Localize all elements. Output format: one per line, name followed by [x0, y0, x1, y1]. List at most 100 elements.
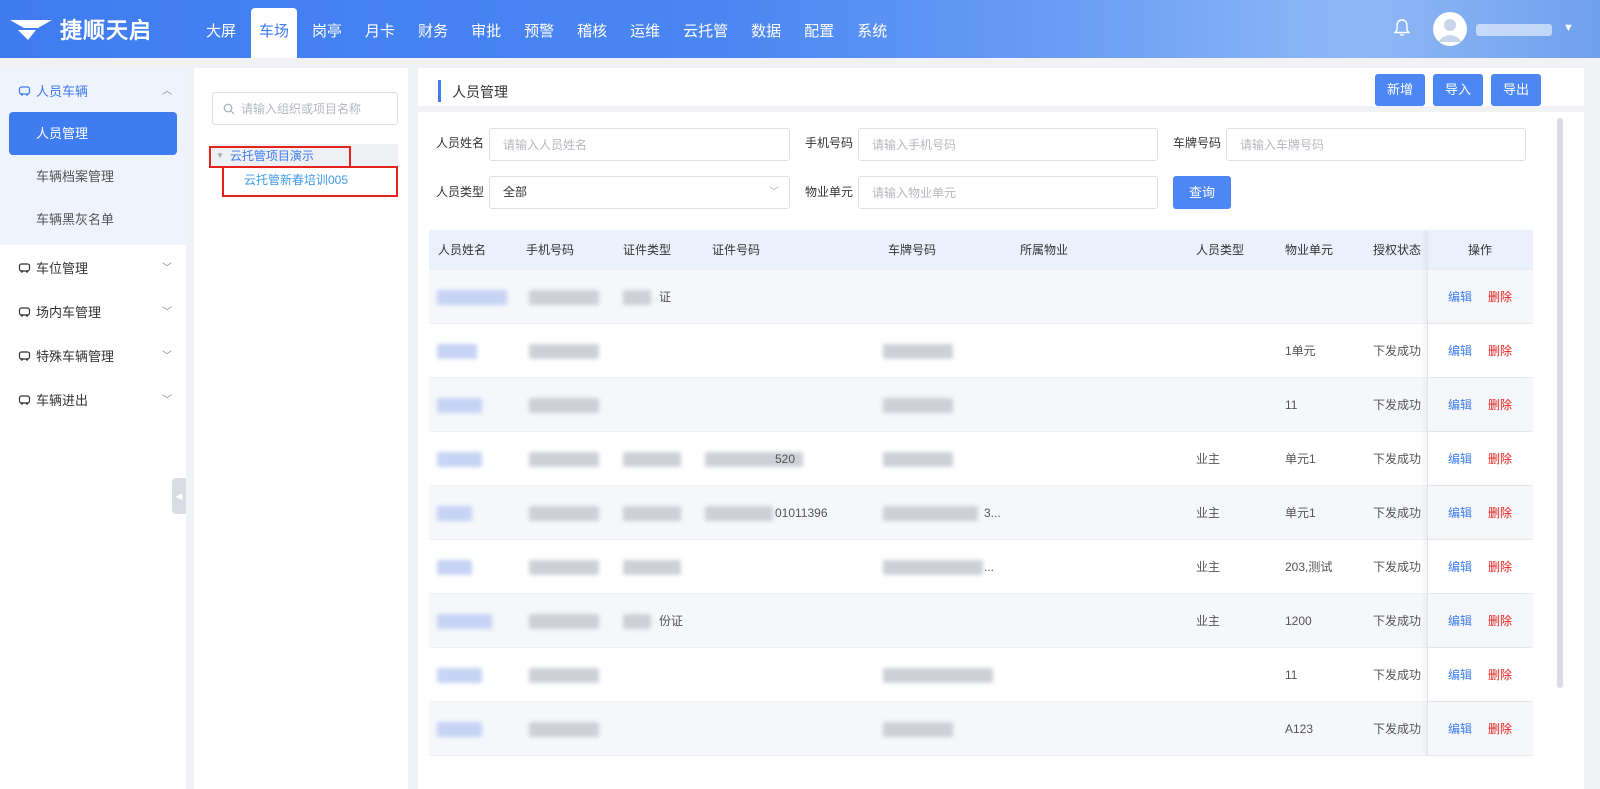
table-row[interactable]: 证 编辑 删除	[429, 270, 1533, 324]
export-button[interactable]: 导出	[1491, 74, 1542, 106]
sidebar-group-label: 车辆进出	[36, 392, 89, 408]
sidebar-group[interactable]: 车辆进出 ﹀	[0, 377, 186, 421]
table-scrollbar[interactable]	[1557, 118, 1563, 688]
type-filter-select[interactable]: 全部 ﹀	[489, 176, 790, 209]
title-accent-bar	[438, 80, 441, 102]
collapse-sidebar-icon[interactable]: ◀	[172, 478, 186, 514]
nav-item[interactable]: 财务	[410, 0, 456, 58]
import-button[interactable]: 导入	[1433, 74, 1484, 106]
sidebar-group[interactable]: 场内车管理 ﹀	[0, 289, 186, 333]
sidebar-group-label: 特殊车辆管理	[36, 348, 115, 364]
edit-link[interactable]: 编辑	[1448, 324, 1472, 378]
table-row[interactable]: 520 业主 单元1 下发成功 编辑 删除	[429, 432, 1533, 486]
chevron-down-icon: ﹀	[162, 351, 172, 362]
query-button[interactable]: 查询	[1173, 176, 1231, 209]
delete-link[interactable]: 删除	[1488, 270, 1512, 324]
chevron-down-icon: ﹀	[769, 187, 779, 198]
delete-link[interactable]: 删除	[1488, 378, 1512, 432]
nav-item[interactable]: 车场	[251, 8, 298, 58]
table-row[interactable]: 01011396 3... 业主 单元1 下发成功 编辑 删除	[429, 486, 1533, 540]
nav-item[interactable]: 配置	[796, 0, 842, 58]
table-row[interactable]: 11 下发成功 编辑 删除	[429, 648, 1533, 702]
nav-item[interactable]: 预警	[516, 0, 562, 58]
unit-cell: 203,测试	[1285, 560, 1333, 574]
redacted-value	[437, 290, 507, 305]
sidebar-group[interactable]: 车位管理 ﹀	[0, 245, 186, 289]
redacted-value	[883, 344, 953, 359]
auth-status-cell: 下发成功	[1373, 560, 1422, 574]
user-menu-caret-icon[interactable]: ▼	[1563, 22, 1574, 34]
edit-link[interactable]: 编辑	[1448, 378, 1472, 432]
unit-filter-input[interactable]	[858, 176, 1158, 209]
nav-item[interactable]: 岗亭	[304, 0, 350, 58]
delete-link[interactable]: 删除	[1488, 432, 1512, 486]
add-button[interactable]: 新增	[1375, 74, 1426, 106]
nav-item[interactable]: 运维	[622, 0, 668, 58]
table-row[interactable]: 1单元 下发成功 编辑 删除	[429, 324, 1533, 378]
sidebar-group[interactable]: 人员车辆 ︿	[0, 68, 186, 112]
table-row[interactable]: ... 业主 203,测试 下发成功 编辑 删除	[429, 540, 1533, 594]
unit-cell: 1单元	[1285, 344, 1316, 358]
id-type-cell: 证	[659, 290, 672, 304]
redacted-value	[623, 452, 681, 467]
delete-link[interactable]: 删除	[1488, 324, 1512, 378]
edit-link[interactable]: 编辑	[1448, 648, 1472, 702]
unit-cell: 11	[1285, 668, 1298, 682]
redacted-value	[883, 560, 983, 575]
sidebar-item[interactable]: 车辆档案管理	[0, 155, 186, 198]
main-nav: 大屏 车场 岗亭 月卡 财务 审批 预警 稽核 运维 云托管 数据 配置 系统	[198, 0, 902, 58]
name-filter-input[interactable]	[489, 128, 790, 161]
tree-search-box[interactable]	[212, 92, 398, 125]
redacted-value	[529, 344, 599, 359]
type-filter-label: 人员类型	[436, 185, 485, 199]
redacted-value	[623, 506, 681, 521]
ops-cell: 编辑 删除	[1427, 486, 1533, 539]
ops-column-header: 操作	[1427, 230, 1533, 270]
phone-filter-input[interactable]	[858, 128, 1158, 161]
nav-item[interactable]: 审批	[463, 0, 509, 58]
edit-link[interactable]: 编辑	[1448, 540, 1472, 594]
column-header: 人员姓名	[438, 243, 487, 257]
nav-item[interactable]: 数据	[743, 0, 789, 58]
edit-link[interactable]: 编辑	[1448, 486, 1472, 540]
edit-link[interactable]: 编辑	[1448, 594, 1472, 648]
user-avatar[interactable]	[1433, 12, 1467, 46]
delete-link[interactable]: 删除	[1488, 540, 1512, 594]
sidebar-group[interactable]: 特殊车辆管理 ﹀	[0, 333, 186, 377]
auth-status-cell: 下发成功	[1373, 668, 1422, 682]
redacted-value	[883, 506, 978, 521]
nav-item[interactable]: 大屏	[198, 0, 244, 58]
nav-item[interactable]: 稽核	[569, 0, 615, 58]
sidebar-item[interactable]: 车辆黑灰名单	[0, 198, 186, 241]
edit-link[interactable]: 编辑	[1448, 270, 1472, 324]
plate-filter-label: 车牌号码	[1173, 136, 1222, 150]
auth-status-cell: 下发成功	[1373, 506, 1422, 520]
nav-item[interactable]: 系统	[849, 0, 895, 58]
nav-item[interactable]: 月卡	[357, 0, 403, 58]
edit-link[interactable]: 编辑	[1448, 432, 1472, 486]
plate-cell: ...	[984, 560, 995, 574]
brand-logo[interactable]: 捷顺天启	[8, 12, 152, 46]
main-panel: 人员管理 新增 导入 导出 人员姓名 手机号码 车牌号码 人员类型 全部 ﹀ 物…	[418, 68, 1584, 789]
table-row[interactable]: 份证 业主 1200 下发成功 编辑 删除	[429, 594, 1533, 648]
highlight-box-root	[209, 146, 351, 168]
delete-link[interactable]: 删除	[1488, 702, 1512, 756]
delete-link[interactable]: 删除	[1488, 594, 1512, 648]
sidebar-item[interactable]: 人员管理	[9, 112, 177, 155]
edit-link[interactable]: 编辑	[1448, 702, 1472, 756]
redacted-value	[437, 560, 472, 575]
car-people-icon	[18, 83, 32, 97]
plate-filter-input[interactable]	[1226, 128, 1526, 161]
column-header: 人员类型	[1196, 243, 1245, 257]
table-row[interactable]: A123 下发成功 编辑 删除	[429, 702, 1533, 756]
username-redacted[interactable]	[1476, 24, 1552, 36]
tree-search-input[interactable]	[241, 101, 391, 116]
delete-link[interactable]: 删除	[1488, 648, 1512, 702]
nav-item[interactable]: 云托管	[675, 0, 736, 58]
unit-cell: 单元1	[1285, 452, 1316, 466]
delete-link[interactable]: 删除	[1488, 486, 1512, 540]
notification-bell-icon[interactable]	[1393, 19, 1411, 40]
table-row[interactable]: 11 下发成功 编辑 删除	[429, 378, 1533, 432]
top-bar: 捷顺天启 大屏 车场 岗亭 月卡 财务 审批 预警 稽核 运维 云托管 数据 配置 系统 ▼	[0, 0, 1600, 58]
redacted-value	[529, 614, 599, 629]
